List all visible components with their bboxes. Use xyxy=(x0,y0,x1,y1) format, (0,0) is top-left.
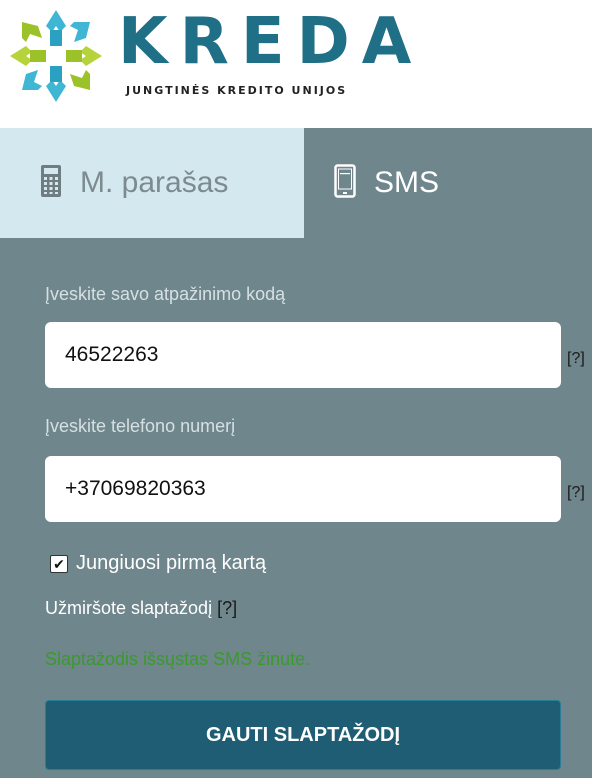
code-label: Įveskite savo atpažinimo kodą xyxy=(45,284,286,304)
phone-help-link[interactable]: [?] xyxy=(567,484,585,502)
first-time-row: ✔ Jungiuosi pirmą kartą xyxy=(50,552,266,575)
phone-input[interactable] xyxy=(45,456,561,522)
tab-sms-label: SMS xyxy=(374,166,440,199)
tab-sms[interactable]: SMS xyxy=(304,128,592,238)
checkmark-icon: ✔ xyxy=(53,555,65,572)
code-help-link[interactable]: [?] xyxy=(567,350,585,368)
forgot-password-text: Užmiršote slaptažodį xyxy=(45,598,213,618)
phone-label: Įveskite telefono numerį xyxy=(45,416,236,436)
success-message: Slaptažodis išsųstas SMS žinute. xyxy=(45,649,311,669)
code-input[interactable] xyxy=(45,322,561,388)
snowflake-logo-icon xyxy=(10,10,102,102)
login-panel: M. parašas SMS Įveskite savo atpažinimo … xyxy=(0,128,592,778)
phone-icon xyxy=(334,163,356,203)
get-password-button[interactable]: GAUTI SLAPTAŽODĮ xyxy=(45,700,561,770)
tab-m-parasas[interactable]: M. parašas xyxy=(0,128,304,238)
tab-m-parasas-label: M. parašas xyxy=(80,166,229,199)
brand-name: KREDA xyxy=(118,5,424,79)
forgot-help-link[interactable]: [?] xyxy=(217,598,237,618)
forgot-password-row: Užmiršote slaptažodį [?] xyxy=(45,598,237,619)
header: KREDA JUNGTINĖS KREDITO UNIJOS xyxy=(0,0,592,128)
first-time-checkbox[interactable]: ✔ xyxy=(50,554,68,573)
brand-tagline: JUNGTINĖS KREDITO UNIJOS xyxy=(126,84,348,97)
calculator-icon xyxy=(40,164,62,203)
first-time-label[interactable]: Jungiuosi pirmą kartą xyxy=(76,552,266,575)
tab-bar: M. parašas SMS xyxy=(0,128,592,238)
